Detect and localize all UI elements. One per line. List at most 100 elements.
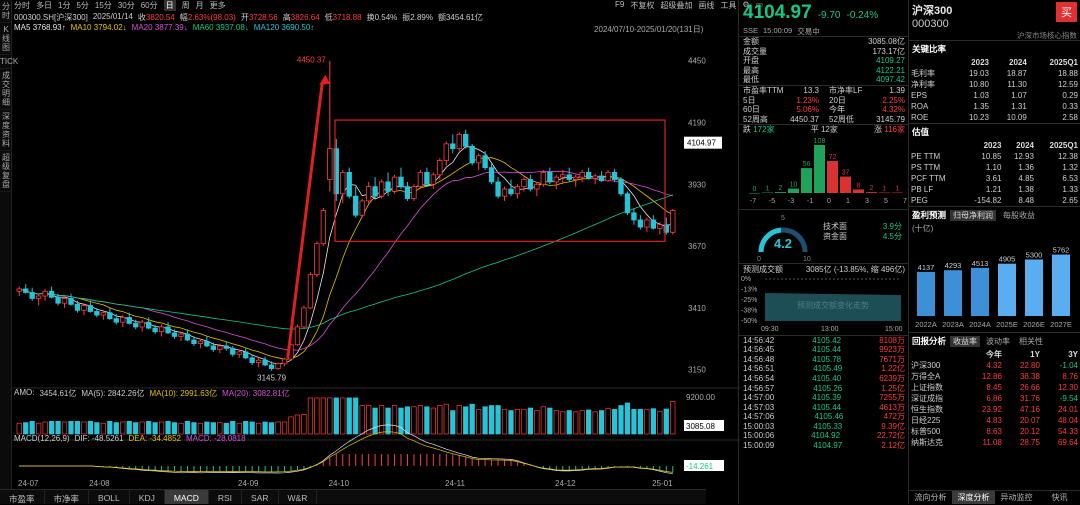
gauge-score: 4.2 xyxy=(774,236,792,251)
return-cell: 28.75 xyxy=(1019,438,1040,447)
volume-bar xyxy=(100,422,106,435)
macd-tag: -14.261 xyxy=(686,462,714,471)
candle xyxy=(204,336,210,348)
volume-bar xyxy=(152,422,158,435)
ratio-label: 52周高 xyxy=(743,114,768,124)
indicator-tab-0[interactable]: 市盈率 xyxy=(0,490,45,504)
indicator-tab-2[interactable]: BOLL xyxy=(89,490,130,504)
volume-bar xyxy=(48,420,55,435)
valuation-cell: 2.65 xyxy=(1062,196,1078,205)
profit-tab-netincome[interactable]: 归母净利润 xyxy=(950,209,997,221)
profit-bar xyxy=(917,271,935,316)
return-cell: 恒生指数 xyxy=(911,405,943,414)
period-6[interactable]: 60分 xyxy=(141,0,158,11)
volume-bar xyxy=(450,410,456,435)
ma-value: 3690.50↑ xyxy=(281,23,315,32)
chart-tool-1[interactable]: 不复权 xyxy=(630,0,654,11)
period-8[interactable]: 周 xyxy=(182,0,190,11)
candle-body xyxy=(191,339,197,344)
tick-time: 15:00:06 xyxy=(743,431,775,441)
footer-tab-1[interactable]: 深度分析 xyxy=(952,491,995,504)
candle xyxy=(255,357,262,368)
candle-body xyxy=(495,181,501,197)
forecast-header: 预测成交额 3085亿 (-13.85%, 缩 496亿) xyxy=(739,262,908,275)
volume-bar xyxy=(236,422,242,435)
volume-bar xyxy=(29,420,35,435)
tick-volume: 6239万 xyxy=(879,373,905,383)
volume-bar xyxy=(657,410,663,435)
forecast-x-tick: 09:30 xyxy=(761,326,779,333)
return-tab-2[interactable]: 相关性 xyxy=(1016,336,1046,347)
key-ratio-row: 毛利率 19.03 18.87 18.88 xyxy=(909,68,1080,79)
volume-bar xyxy=(81,421,87,435)
indicator-tabs: 市盈率 市净率 BOLL KDJ MACD RSI SAR W&R xyxy=(0,489,706,504)
candle-body xyxy=(48,290,55,298)
return-col xyxy=(909,349,966,360)
left-tab-5[interactable]: 超级复盘 xyxy=(0,151,12,192)
buy-button[interactable]: 买 xyxy=(1056,2,1077,22)
profit-value: 5300 xyxy=(1026,250,1043,259)
footer-tab-3[interactable]: 快讯 xyxy=(1038,491,1080,504)
volume-bar xyxy=(398,407,404,435)
dist-x-label: -1 xyxy=(807,198,813,205)
return-cell: 8.63 xyxy=(986,427,1002,436)
kline-chart[interactable]: 4450 4190 3930 3670 3410 3150 4450.37 3145.79 41… xyxy=(12,34,740,489)
volume-bar xyxy=(579,410,585,435)
return-tab-0[interactable]: 收益率 xyxy=(950,335,981,347)
chart-tool-0[interactable]: F9 xyxy=(615,0,624,11)
candle-body xyxy=(521,179,527,188)
period-5[interactable]: 30分 xyxy=(118,0,135,11)
candle xyxy=(307,272,314,310)
period-4[interactable]: 15分 xyxy=(95,0,112,11)
footer-tab-2[interactable]: 异动监控 xyxy=(995,491,1038,504)
volume-bar xyxy=(385,407,391,435)
open-label: 开 xyxy=(240,13,249,22)
period-7[interactable]: 日 xyxy=(163,0,176,11)
chart-tool-2[interactable]: 超级叠加 xyxy=(660,0,692,11)
candle-body xyxy=(398,176,404,188)
indicator-tab-1[interactable]: 市净率 xyxy=(45,490,90,504)
left-tab-3[interactable]: 成交明细 xyxy=(0,69,12,110)
ma-item-1: MA10 3794.02↓ xyxy=(71,23,127,33)
candle xyxy=(230,345,236,357)
tick-time: 15:00:09 xyxy=(743,441,775,451)
left-tab-1[interactable]: K线图 xyxy=(0,23,12,55)
change-label: 幅 xyxy=(179,13,188,22)
indicator-tab-7[interactable]: W&R xyxy=(279,490,318,504)
candle xyxy=(378,179,385,199)
left-tab-0[interactable]: 分时 xyxy=(0,0,12,23)
key-ratio-cell: 10.80 xyxy=(968,80,989,89)
dist-bar xyxy=(866,192,877,193)
period-9[interactable]: 月 xyxy=(196,0,204,11)
fundamentals-panel: 沪深300 000300 买 沪深市场核心指数 关键比率 2023 2024 202… xyxy=(908,0,1080,504)
indicator-tab-3[interactable]: KDJ xyxy=(130,490,165,504)
volume-bar xyxy=(359,405,365,435)
volume-bar xyxy=(87,420,94,435)
low-label: 3145.79 xyxy=(257,374,286,383)
period-0[interactable]: 分时 xyxy=(14,0,30,11)
tick-time: 14:56:42 xyxy=(743,335,775,345)
profit-bar xyxy=(944,270,962,316)
period-2[interactable]: 1分 xyxy=(58,0,70,11)
chart-tool-4[interactable]: 工具 xyxy=(720,0,736,11)
indicator-tab-5[interactable]: RSI xyxy=(209,490,243,504)
indicator-tab-6[interactable]: SAR xyxy=(242,490,279,504)
tick-price: 4105.44 xyxy=(812,402,842,412)
chart-tool-3[interactable]: 画线 xyxy=(698,0,714,11)
profit-tab-eps[interactable]: 每股收益 xyxy=(1000,210,1038,221)
candle-body xyxy=(217,345,223,350)
return-tab-1[interactable]: 波动率 xyxy=(983,336,1013,347)
period-3[interactable]: 5分 xyxy=(76,0,88,11)
candle-body xyxy=(404,186,411,199)
period-1[interactable]: 多日 xyxy=(36,0,52,11)
left-tab-4[interactable]: 深度资料 xyxy=(0,110,12,151)
score-section: 4.2 0 10 5 技术面 3.9分 资金面 4.5分 xyxy=(739,208,908,263)
indicator-tab-4[interactable]: MACD xyxy=(164,490,209,504)
valuation-cell: 1.38 xyxy=(1018,185,1034,194)
footer-tab-0[interactable]: 流向分析 xyxy=(909,491,952,504)
last-price-tag: 4104.97 xyxy=(687,139,716,148)
left-tab-2[interactable]: TICK xyxy=(0,55,18,69)
volume-bar xyxy=(631,408,637,435)
return-row: 日经225 4.83 20.07 48.04 xyxy=(909,415,1080,426)
period-10[interactable]: 更多 xyxy=(210,0,226,11)
